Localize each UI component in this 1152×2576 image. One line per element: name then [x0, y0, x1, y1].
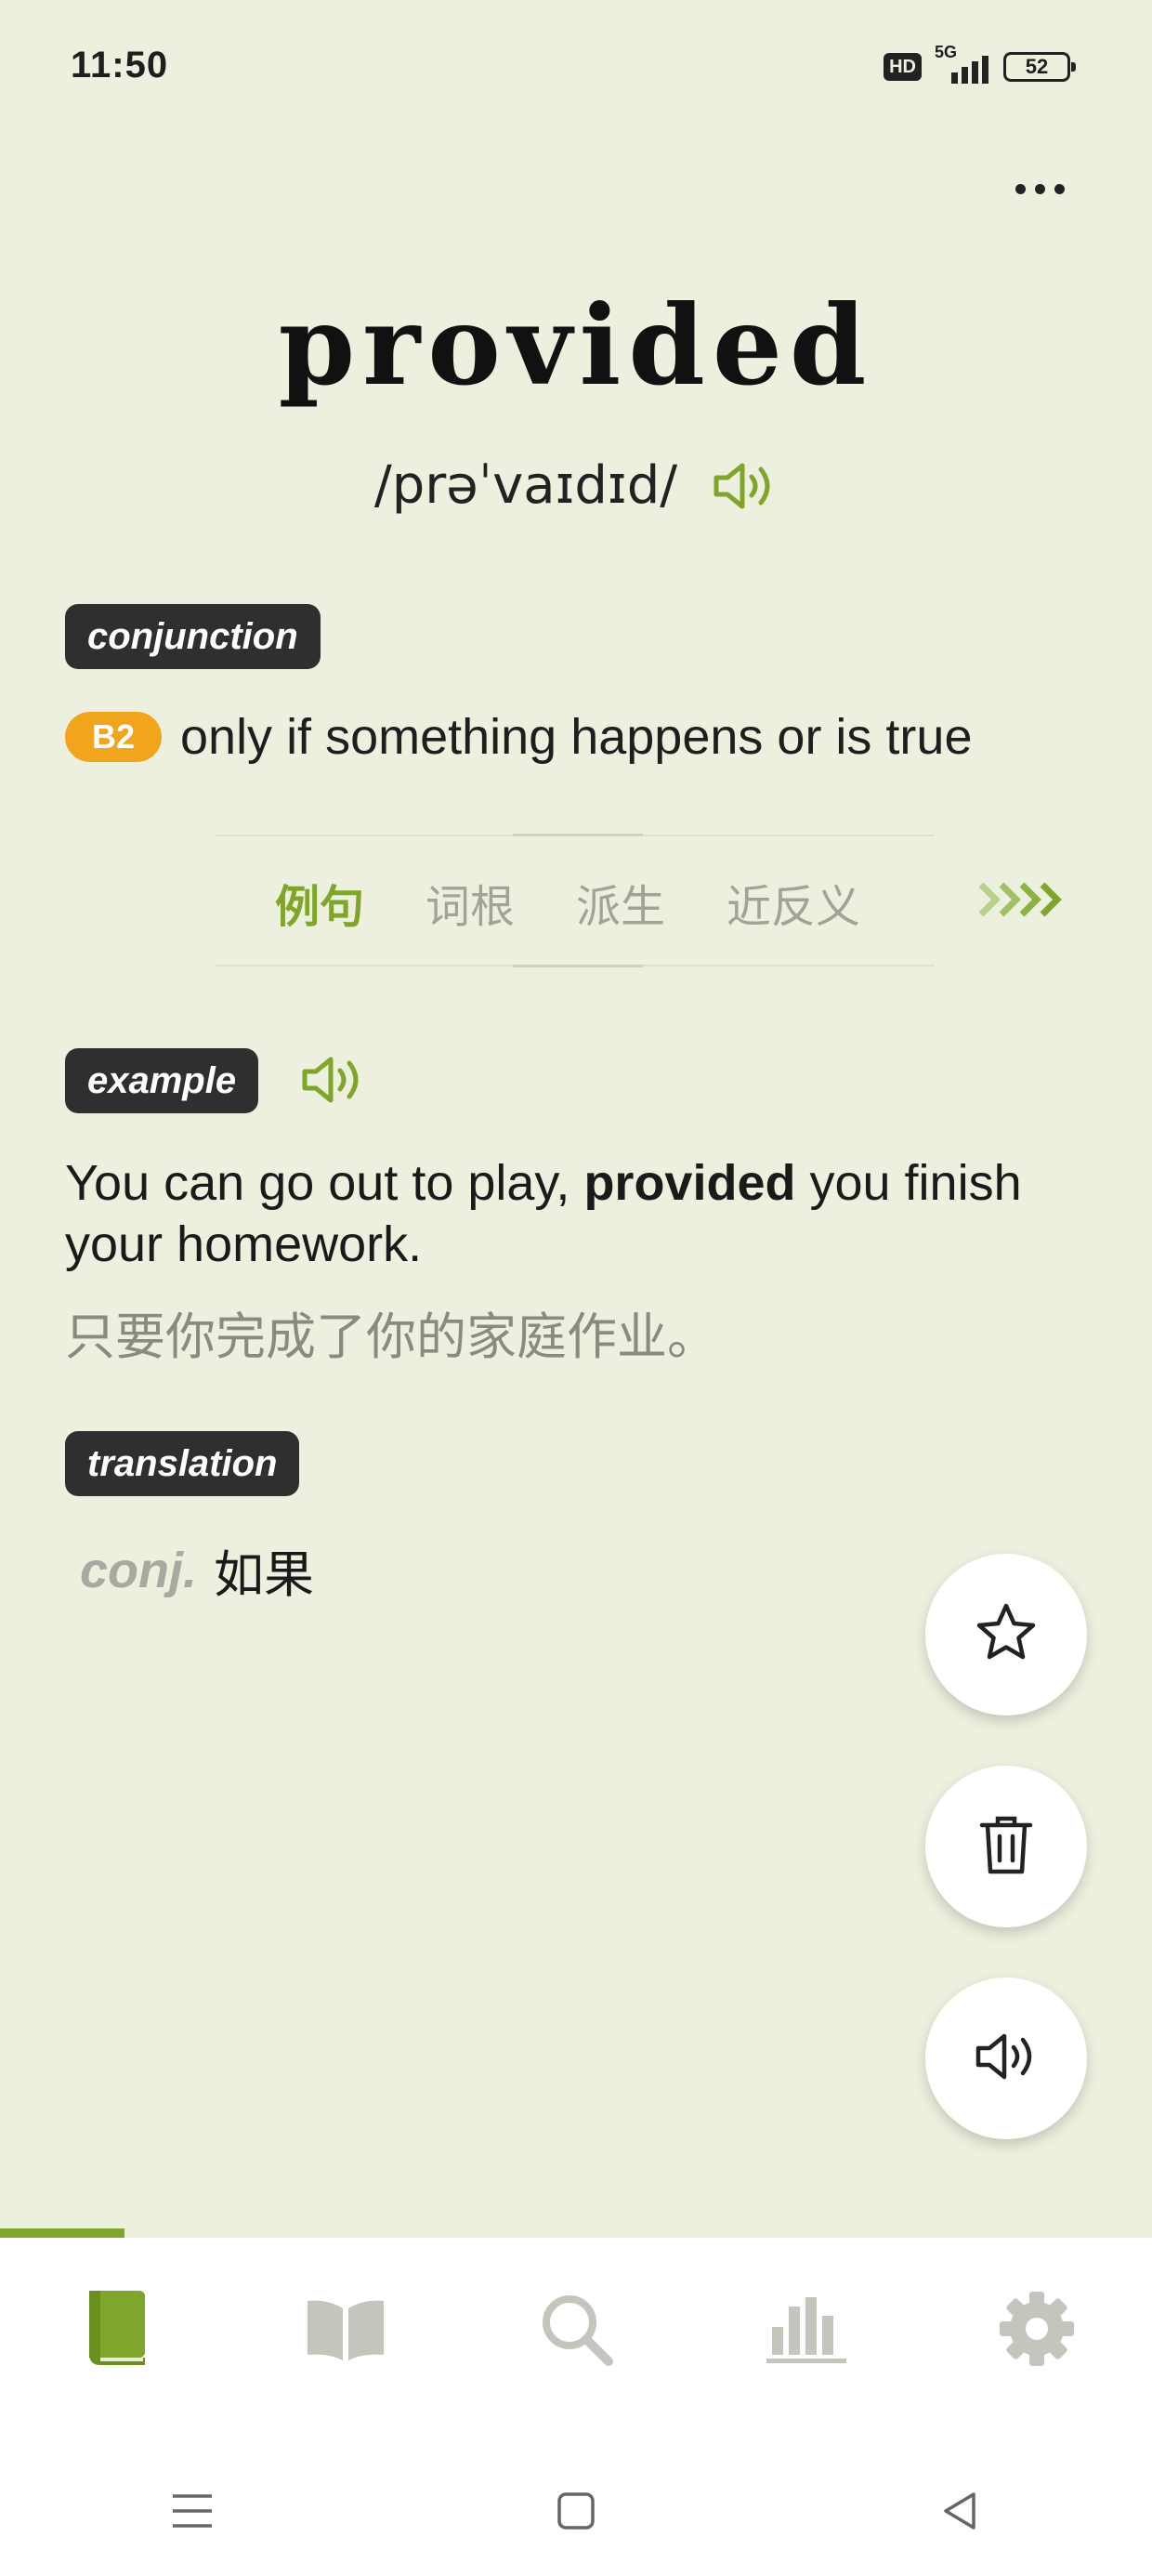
bottom-bar [0, 2238, 1152, 2576]
example-speaker-icon[interactable] [299, 1054, 366, 1106]
system-menu-button[interactable] [155, 2476, 229, 2550]
translation-pos: conj. [80, 1542, 198, 1598]
menu-icon [169, 2491, 216, 2536]
tab-synonyms[interactable]: 近反义 [727, 870, 860, 935]
headword: provided [278, 281, 874, 410]
status-icons: HD 5G 52 [884, 43, 1076, 85]
more-options-icon[interactable] [1015, 184, 1065, 194]
highlighted-word: provided [583, 1155, 796, 1211]
favorite-button[interactable] [925, 1554, 1087, 1715]
tab-roots[interactable]: 词根 [425, 870, 515, 935]
battery-icon: 52 [1003, 52, 1076, 82]
open-book-icon [302, 2295, 389, 2367]
back-icon [938, 2489, 981, 2538]
nav-wordbook[interactable] [59, 2275, 171, 2386]
signal-icon: 5G [935, 43, 990, 85]
tab-derivatives[interactable]: 派生 [576, 870, 665, 935]
wordbook-icon [82, 2289, 149, 2373]
definition-text: only if something happens or is true [180, 709, 973, 765]
translation-meaning: 如果 [214, 1547, 315, 1603]
level-badge: B2 [65, 712, 162, 762]
nav-stats[interactable] [751, 2275, 862, 2386]
search-icon [538, 2291, 614, 2372]
battery-level: 52 [1025, 55, 1049, 78]
speaker-icon [973, 2031, 1040, 2087]
translation-tag: translation [65, 1431, 300, 1496]
phonetic: /prəˈvaɪdɪd/ [373, 455, 678, 516]
delete-button[interactable] [925, 1766, 1087, 1927]
trash-icon [976, 1812, 1036, 1882]
pos-tag: conjunction [65, 604, 321, 669]
nav-reading[interactable] [290, 2275, 401, 2386]
nav-settings[interactable] [981, 2275, 1093, 2386]
home-icon [555, 2490, 597, 2537]
gear-icon [998, 2290, 1076, 2372]
star-icon [974, 1600, 1039, 1670]
hd-badge: HD [884, 53, 922, 81]
status-time: 11:50 [71, 45, 169, 85]
pronunciation-speaker-icon[interactable] [711, 460, 778, 512]
play-audio-button[interactable] [925, 1978, 1087, 2139]
more-tabs-chevron-icon[interactable] [979, 881, 1065, 918]
nav-search[interactable] [520, 2275, 632, 2386]
system-back-button[interactable] [923, 2476, 997, 2550]
system-home-button[interactable] [539, 2476, 613, 2550]
study-progress-fill [0, 2228, 124, 2238]
example-sentence: You can go out to play, provided you fin… [65, 1155, 1022, 1272]
study-progress-bar [0, 2228, 1152, 2238]
example-translation: 只要你完成了你的家庭作业。 [65, 1309, 717, 1365]
stats-icon [765, 2293, 848, 2369]
tab-examples[interactable]: 例句 [275, 870, 364, 935]
example-tag: example [65, 1048, 259, 1113]
